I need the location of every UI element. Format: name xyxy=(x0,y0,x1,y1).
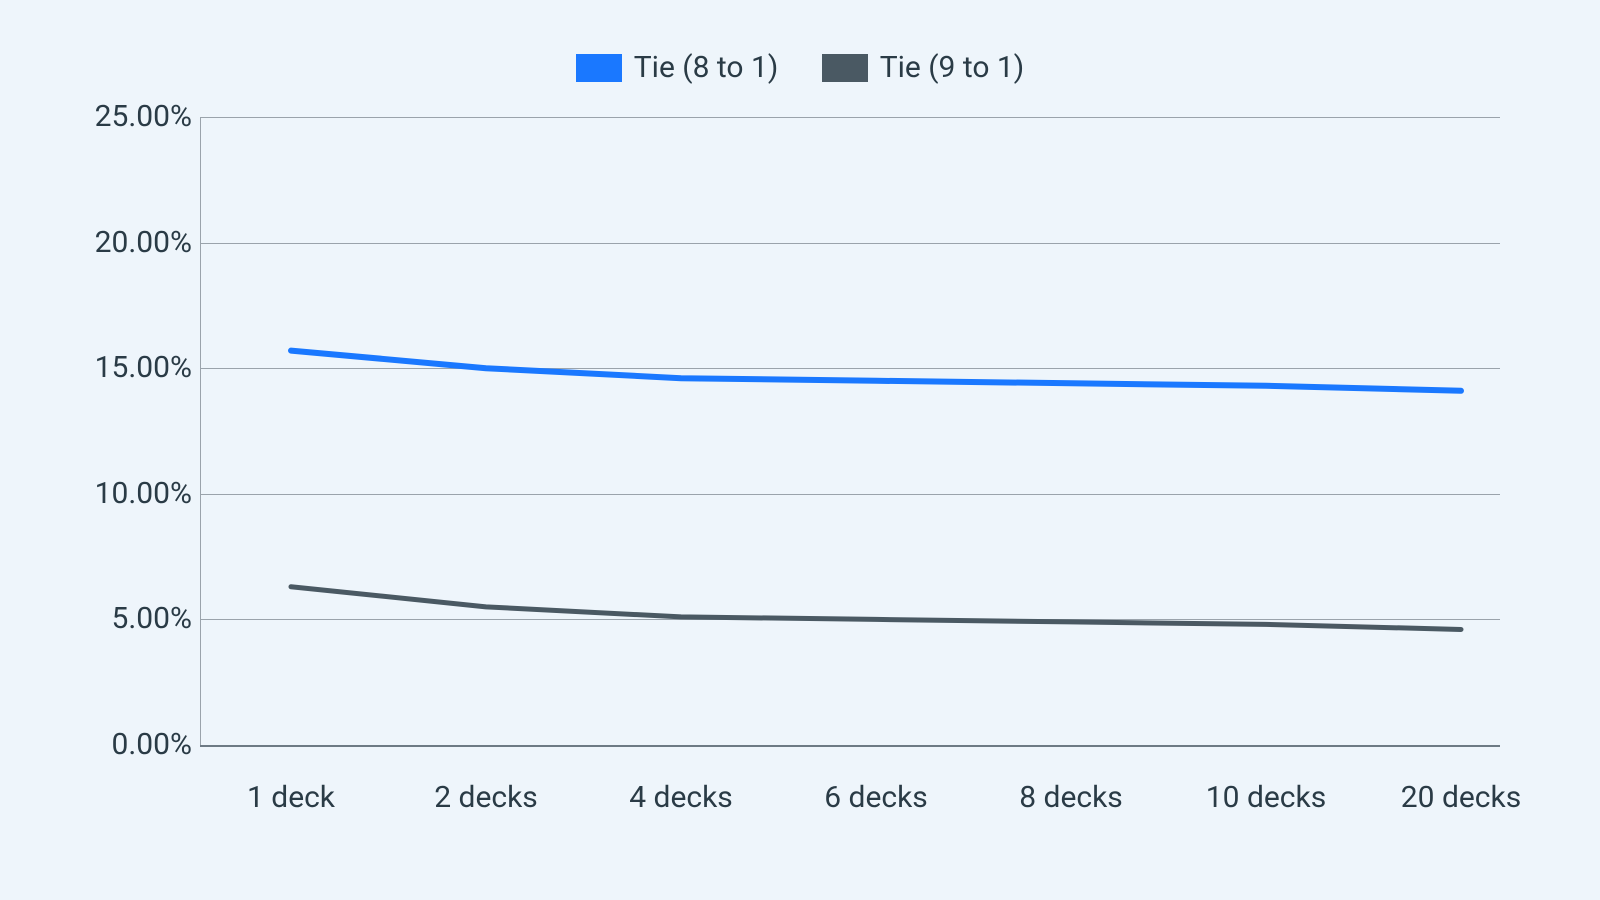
x-tick-label-2: 4 decks xyxy=(629,780,733,815)
series-line-0 xyxy=(291,351,1461,391)
legend-swatch-0 xyxy=(576,54,622,82)
gridline xyxy=(200,745,1500,747)
plot-area xyxy=(200,117,1500,745)
series-line-1 xyxy=(291,587,1461,630)
x-tick-label-4: 8 decks xyxy=(1019,780,1123,815)
y-tick-label-0: 0.00% xyxy=(112,727,192,762)
legend: Tie (8 to 1) Tie (9 to 1) xyxy=(0,50,1600,90)
y-tick-label-2: 10.00% xyxy=(95,476,192,511)
y-tick-label-3: 15.00% xyxy=(95,350,192,385)
legend-swatch-1 xyxy=(822,54,868,82)
legend-item-series-1: Tie (9 to 1) xyxy=(822,50,1025,85)
legend-label-1: Tie (9 to 1) xyxy=(880,50,1025,85)
y-tick-label-5: 25.00% xyxy=(95,99,192,134)
x-tick-label-0: 1 deck xyxy=(247,780,335,815)
y-tick-label-4: 20.00% xyxy=(95,225,192,260)
x-tick-label-3: 6 decks xyxy=(824,780,928,815)
x-tick-label-5: 10 decks xyxy=(1206,780,1326,815)
x-tick-label-1: 2 decks xyxy=(434,780,538,815)
legend-item-series-0: Tie (8 to 1) xyxy=(576,50,779,85)
chart-lines xyxy=(200,117,1500,745)
legend-label-0: Tie (8 to 1) xyxy=(634,50,779,85)
y-tick-label-1: 5.00% xyxy=(112,601,192,636)
x-tick-label-6: 20 decks xyxy=(1401,780,1521,815)
chart-container: Tie (8 to 1) Tie (9 to 1) 0.00% 5.00% 10… xyxy=(0,0,1600,900)
